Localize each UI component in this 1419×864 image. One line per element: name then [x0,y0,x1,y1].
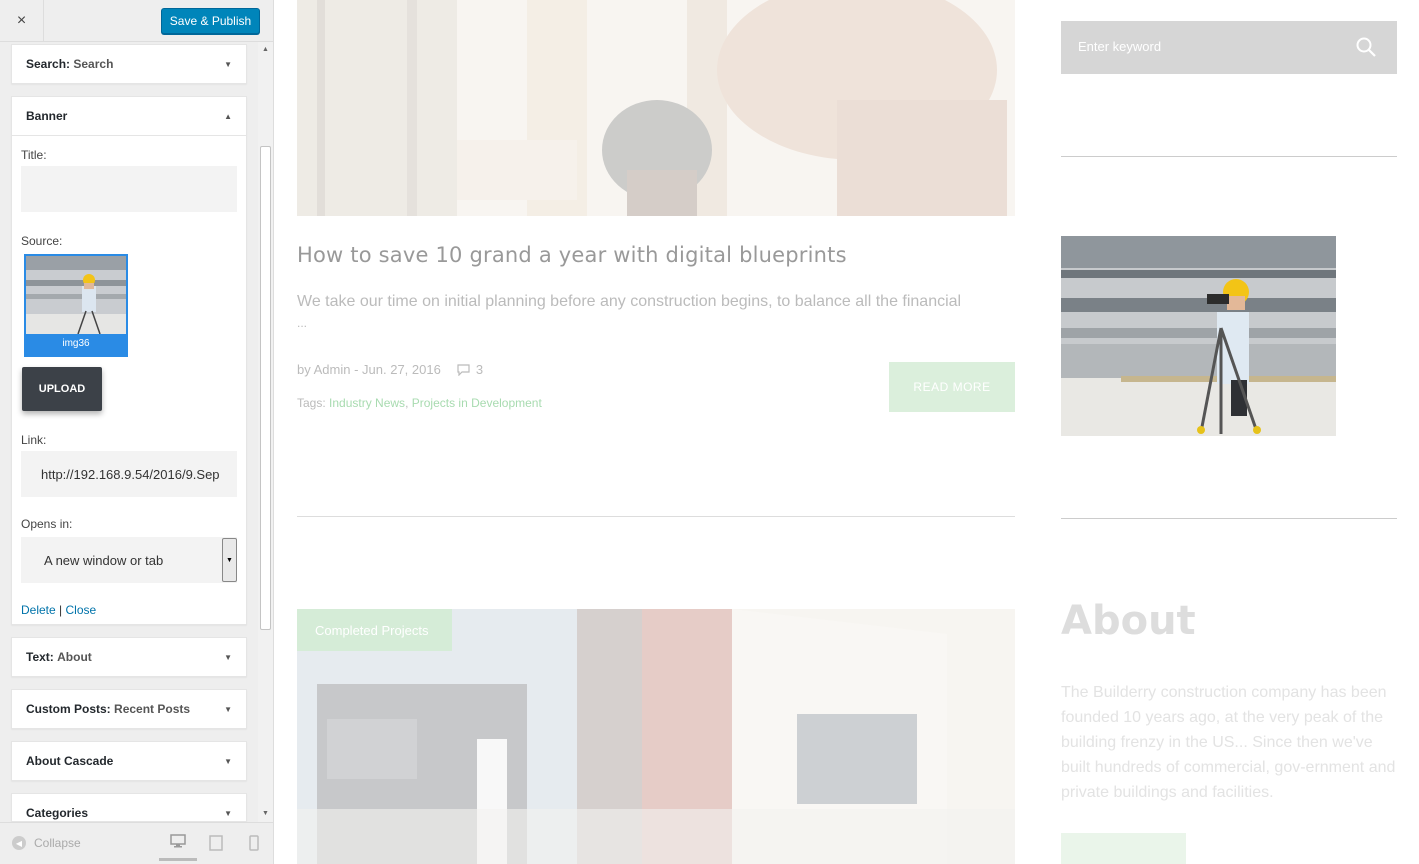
scroll-down-icon[interactable]: ▼ [258,808,273,820]
widget-banner-header[interactable]: Banner ▲ [12,97,246,135]
customizer-panel: × Save & Publish ▲ ▼ Search: Search ▼ Ba… [0,0,274,864]
sidebar-banner-image[interactable] [1061,236,1336,436]
collapse-label: Collapse [34,836,81,850]
widget-banner-form: Title: Source: img36 UPLOAD Link: http:/… [12,135,246,629]
widget-actions: Delete | Close [21,603,237,617]
widget-about-cascade-header[interactable]: About Cascade ▼ [12,742,246,780]
widget-title: Recent Posts [114,702,191,716]
delete-link[interactable]: Delete [21,603,56,617]
widget-title: Search [73,57,114,71]
site-preview: How to save 10 grand a year with digital… [274,0,1419,864]
widget-categories[interactable]: Categories ▼ [11,793,247,822]
link-input[interactable]: http://192.168.9.54/2016/9.Sep [21,451,237,497]
category-badge[interactable]: Completed Projects [297,609,452,651]
scrollbar-thumb[interactable] [260,146,271,630]
widget-text[interactable]: Text: About ▼ [11,637,247,677]
action-separator: | [59,603,63,617]
expand-arrow-icon[interactable]: ▼ [224,705,232,714]
expand-arrow-icon[interactable]: ▼ [224,757,232,766]
dropdown-caret-icon[interactable]: ▼ [222,538,237,582]
widget-title: About Cascade [26,754,114,768]
post-tags: Tags: Industry News, Projects in Develop… [297,396,542,410]
tablet-icon [209,835,223,851]
comments-count[interactable]: 3 [457,362,483,377]
read-more-button[interactable]: READ MORE [889,362,1015,412]
sidebar-search[interactable]: Enter keyword [1061,21,1397,74]
tag-link[interactable]: Projects in Development [412,396,542,410]
excerpt-ellipsis: ... [297,316,308,330]
search-icon[interactable] [1355,36,1377,58]
desktop-icon [170,834,186,848]
selected-image-thumbnail[interactable]: img36 [24,254,128,357]
search-input[interactable]: Enter keyword [1078,39,1161,54]
tags-label: Tags: [297,396,326,410]
image-caption: img36 [62,338,90,349]
device-tablet-button[interactable] [209,835,225,851]
widget-type: Search: [26,57,71,71]
widget-text-header[interactable]: Text: About ▼ [12,638,246,676]
post-author-date: by Admin - Jun. 27, 2016 [297,362,441,377]
expand-arrow-icon[interactable]: ▼ [224,653,232,662]
widget-custom-posts-header[interactable]: Custom Posts: Recent Posts ▼ [12,690,246,728]
widget-about-cascade[interactable]: About Cascade ▼ [11,741,247,781]
post-divider [297,516,1015,517]
title-input[interactable] [21,166,237,212]
post-title-link[interactable]: How to save 10 grand a year with digital… [297,243,847,267]
excerpt-text: We take our time on initial planning bef… [297,293,962,310]
post-meta: by Admin - Jun. 27, 2016 3 [297,362,483,377]
about-heading: About [1061,598,1196,644]
post-excerpt: We take our time on initial planning bef… [297,290,1017,332]
widget-custom-posts[interactable]: Custom Posts: Recent Posts ▼ [11,689,247,729]
comment-icon [457,363,470,376]
expand-arrow-icon[interactable]: ▼ [224,809,232,818]
collapse-arrow-icon[interactable]: ▲ [224,112,232,121]
widget-search-header[interactable]: Search: Search ▼ [12,45,246,83]
device-mobile-button[interactable] [249,835,265,851]
widget-search[interactable]: Search: Search ▼ [11,44,247,84]
widget-categories-header[interactable]: Categories ▼ [12,794,246,821]
sidebar-scrollbar[interactable]: ▲ ▼ [258,42,273,822]
upload-button[interactable]: UPLOAD [22,367,102,411]
device-desktop-button[interactable] [159,833,197,861]
sidebar-divider [1061,518,1397,519]
post-featured-image[interactable] [297,0,1015,216]
widget-type: Custom Posts: [26,702,111,716]
tag-separator: , [405,396,409,410]
customizer-header: × Save & Publish [0,0,273,42]
close-icon: × [16,12,27,29]
sidebar-divider [1061,156,1397,157]
comments-number: 3 [475,362,484,377]
scroll-up-icon[interactable]: ▲ [258,44,273,56]
mobile-icon [249,835,259,851]
link-label: Link: [21,433,47,447]
banner-thumbnail-image [26,256,126,334]
expand-arrow-icon[interactable]: ▼ [224,60,232,69]
close-link[interactable]: Close [66,603,97,617]
widget-title: About [57,650,92,664]
save-publish-button[interactable]: Save & Publish [161,8,260,34]
opens-in-value: A new window or tab [44,552,164,568]
tag-link[interactable]: Industry News [329,396,405,410]
about-text: The Builderry construction company has b… [1061,684,1396,801]
widget-type: Text: [26,650,54,664]
about-more-button[interactable] [1061,833,1186,864]
widget-title: Categories [26,806,89,820]
title-label: Title: [21,148,47,162]
close-customizer-button[interactable]: × [0,0,44,42]
widget-title: Banner [26,109,68,123]
collapse-icon: ◀ [12,836,26,850]
opens-in-label: Opens in: [21,517,73,531]
source-label: Source: [21,234,63,248]
customizer-footer: ◀ Collapse [0,822,273,864]
collapse-button[interactable]: ◀ Collapse [12,836,81,850]
opens-in-select[interactable]: A new window or tab ▼ [21,537,237,583]
widget-banner: Banner ▲ Title: Source: img36 UPLOAD Lin… [11,96,247,625]
